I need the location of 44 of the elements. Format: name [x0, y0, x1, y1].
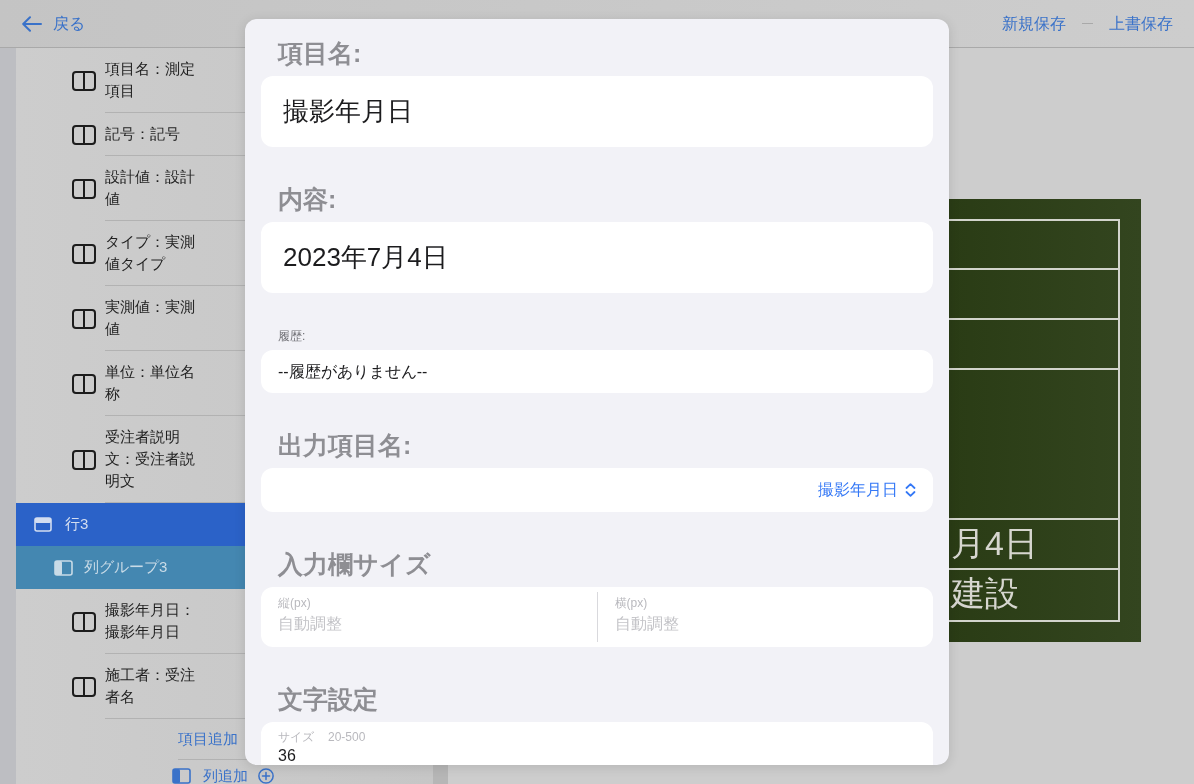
columns-icon — [72, 449, 96, 470]
columns-icon — [72, 70, 96, 91]
columns-icon — [72, 243, 96, 264]
sidebar-layout-icon — [172, 767, 191, 784]
text-input-field[interactable]: 2023年7月4日 — [261, 222, 933, 293]
tree-item-label[interactable]: 施工者：受注者名 — [105, 664, 199, 708]
tree-item-label[interactable]: 設計値：設計値 — [105, 166, 199, 210]
tree-item-label[interactable]: 実測値：実測値 — [105, 296, 199, 340]
input-field[interactable]: 自動調整 — [278, 614, 580, 634]
input-field[interactable]: 自動調整 — [614, 614, 916, 634]
chevrons-up-down-icon — [905, 483, 916, 497]
plus-circle-icon — [258, 767, 274, 784]
field-label: 横(px) — [614, 596, 649, 610]
tree-item-label[interactable]: 受注者説明文：受注者説明文 — [105, 426, 199, 492]
text-input-field[interactable]: 撮影年月日 — [261, 76, 933, 147]
section-heading: 出力項目名: — [277, 430, 413, 461]
tree-item-label[interactable]: タイプ：実測値タイプ — [105, 231, 199, 275]
signboard-text: 月4日 — [950, 524, 1038, 562]
section-heading: 入力欄サイズ — [276, 549, 432, 580]
range-hint: 20-500 — [328, 730, 366, 744]
field-label: サイズ — [278, 730, 314, 744]
rows-layout-icon — [34, 517, 52, 532]
input-field[interactable]: 36 — [278, 747, 916, 765]
columns-icon — [72, 676, 96, 697]
back-arrow-icon — [22, 15, 42, 32]
columns-icon — [72, 124, 96, 145]
tree-item-label[interactable]: 単位：単位名称 — [105, 361, 199, 405]
section-heading: 文字設定 — [277, 684, 379, 715]
field-label: 縦(px) — [278, 596, 312, 610]
columns-icon — [72, 373, 96, 394]
sidebar-layout-icon — [54, 559, 73, 576]
columns-icon — [72, 611, 96, 632]
columns-icon — [72, 178, 96, 199]
history-panel: --履歴がありません-- — [261, 350, 933, 393]
section-heading: 項目名: — [276, 38, 363, 69]
columns-icon — [72, 308, 96, 329]
output-item-picker[interactable]: 撮影年月日 — [261, 468, 933, 512]
font-size-field[interactable]: サイズ 20-500 36 — [261, 722, 933, 765]
section-heading: 内容: — [277, 184, 338, 215]
signboard-text: 建設 — [949, 574, 1019, 612]
tree-item-label[interactable]: 記号：記号 — [105, 123, 199, 145]
history-label: 履歴: — [277, 329, 307, 343]
tree-item-label[interactable]: 項目名：測定項目 — [105, 58, 199, 102]
tree-item-label[interactable]: 撮影年月日：撮影年月日 — [105, 599, 199, 643]
